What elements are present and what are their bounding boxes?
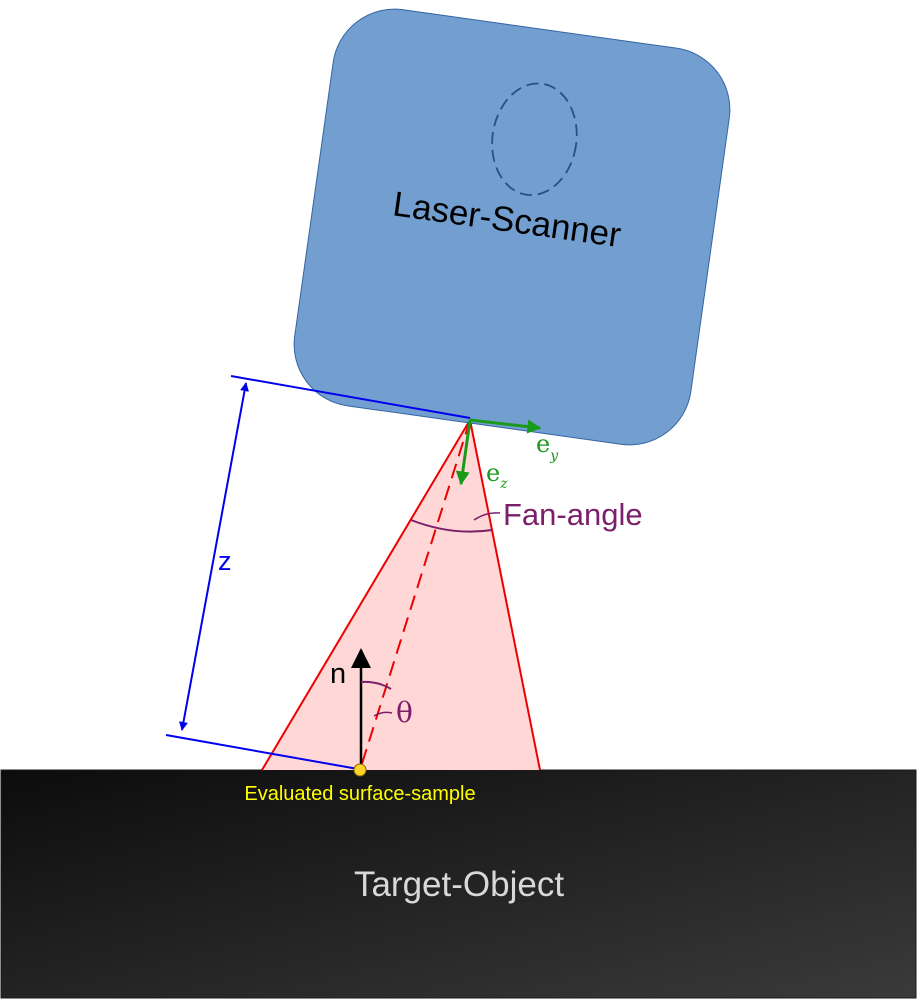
ez-label: ez <box>486 459 508 492</box>
surface-sample-point <box>353 763 367 777</box>
fan-angle-label: Fan-angle <box>503 497 643 532</box>
normal-label: n <box>330 658 346 690</box>
target-object-label: Target-Object <box>354 865 564 904</box>
z-dimension-arrow <box>179 382 249 731</box>
theta-label: θ <box>396 696 413 729</box>
laser-scanner-diagram: Target-Object Laser-Scanner z ey ez Fan-… <box>0 8 917 999</box>
surface-sample-label: Evaluated surface-sample <box>244 783 475 805</box>
laser-scanner: Laser-Scanner <box>293 8 731 446</box>
z-label: z <box>218 546 232 576</box>
